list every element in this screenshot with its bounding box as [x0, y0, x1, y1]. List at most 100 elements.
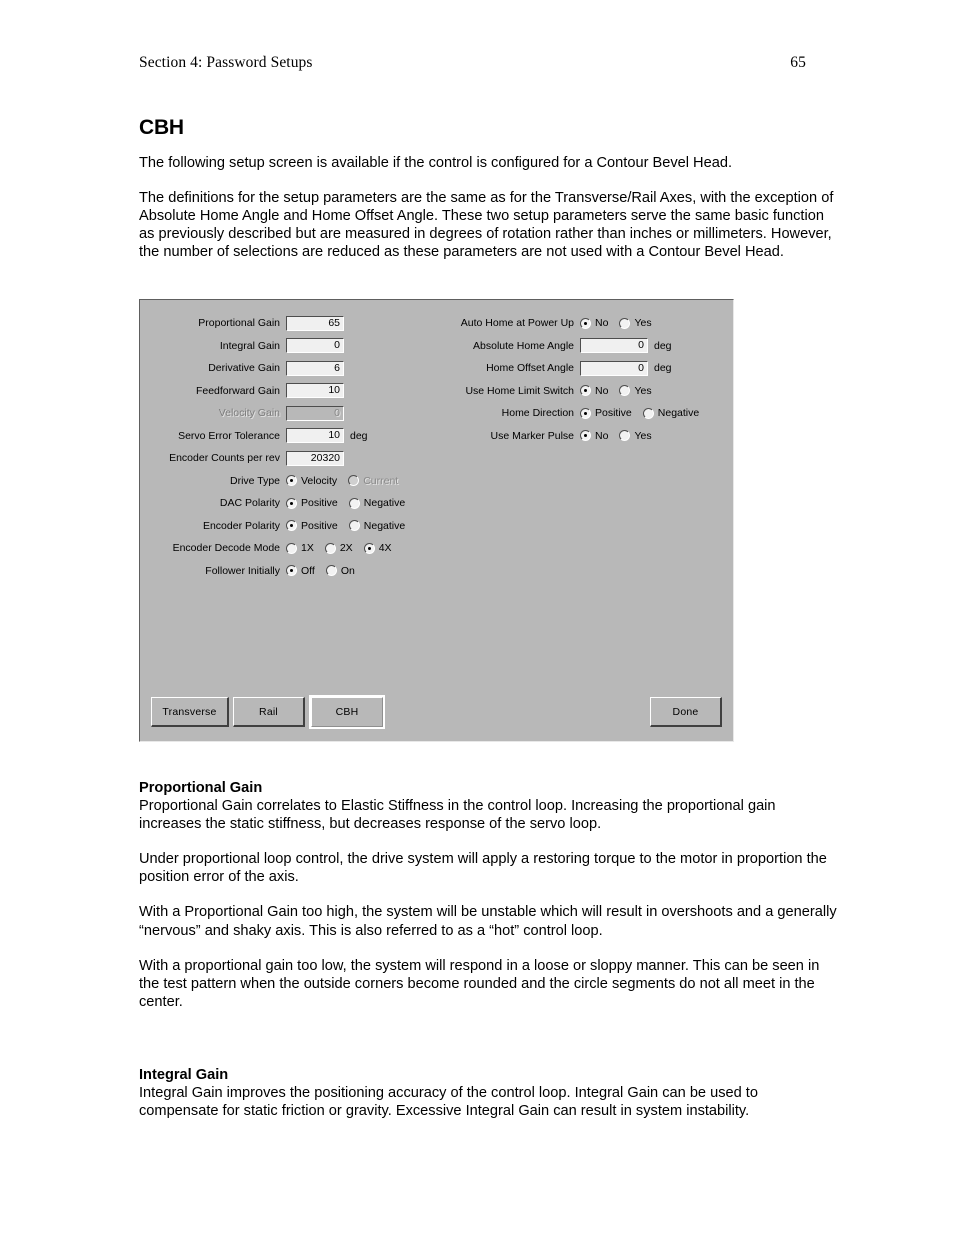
follower-initially-option-off-label: Off: [301, 564, 315, 577]
done-button[interactable]: Done: [650, 697, 722, 727]
radio-icon[interactable]: [642, 407, 654, 419]
radio-icon[interactable]: [619, 317, 631, 329]
encoder-counts-per-rev-input[interactable]: 20320: [286, 450, 344, 466]
field-row-use-home-limit-switch: Use Home Limit Switch No Yes: [456, 380, 733, 403]
proportional-gain-paragraph-3: With a Proportional Gain too high, the s…: [139, 904, 837, 939]
servo-error-tolerance-input[interactable]: 10: [286, 428, 344, 444]
use-marker-pulse-option-no[interactable]: No: [580, 430, 608, 442]
running-header: Section 4: Password Setups 65: [139, 54, 806, 72]
encoder-decode-mode-radio-group: 1X 2X 4X: [286, 542, 392, 554]
follower-initially-option-off[interactable]: Off: [286, 565, 315, 577]
transverse-tab-button[interactable]: Transverse: [151, 697, 229, 727]
feedforward-gain-input[interactable]: 10: [286, 383, 344, 399]
use-marker-pulse-label: Use Marker Pulse: [490, 429, 574, 442]
radio-icon[interactable]: [580, 385, 591, 397]
radio-icon[interactable]: [286, 565, 297, 577]
radio-icon[interactable]: [580, 430, 591, 442]
radio-icon[interactable]: [348, 520, 360, 532]
servo-error-tolerance-label: Servo Error Tolerance: [178, 429, 280, 442]
radio-icon[interactable]: [325, 565, 337, 577]
drive-type-option-current: Current: [348, 475, 398, 487]
use-home-limit-switch-option-yes[interactable]: Yes: [619, 384, 652, 397]
encoder-decode-mode-option-2x[interactable]: 2X: [324, 542, 353, 554]
follower-initially-option-on[interactable]: On: [325, 564, 355, 577]
radio-icon[interactable]: [580, 317, 591, 329]
radio-icon[interactable]: [619, 385, 631, 397]
auto-home-at-power-up-radio-group: No Yes: [580, 317, 652, 329]
encoder-decode-mode-option-4x-label: 4X: [378, 542, 392, 555]
dac-polarity-option-negative[interactable]: Negative: [348, 497, 406, 510]
page-title: CBH: [139, 116, 184, 139]
home-direction-option-negative[interactable]: Negative: [642, 407, 699, 419]
radio-icon[interactable]: [363, 542, 375, 554]
home-direction-option-positive-label: Positive: [595, 407, 632, 420]
field-row-encoder-decode-mode: Encoder Decode Mode 1X 2X 4X: [140, 537, 440, 560]
field-row-auto-home-at-power-up: Auto Home at Power Up No Yes: [456, 312, 733, 335]
home-offset-angle-label: Home Offset Angle: [486, 362, 574, 375]
radio-icon[interactable]: [324, 542, 336, 554]
use-marker-pulse-option-yes[interactable]: Yes: [619, 429, 652, 442]
field-row-encoder-polarity: Encoder Polarity Positive Negative: [140, 515, 440, 538]
home-direction-option-positive[interactable]: Positive: [580, 407, 632, 419]
encoder-polarity-radio-group: Positive Negative: [286, 520, 405, 532]
header-section-title: Section 4: Password Setups: [139, 54, 313, 71]
proportional-gain-input[interactable]: 65: [286, 315, 344, 331]
drive-type-label: Drive Type: [230, 474, 280, 487]
integral-gain-input[interactable]: 0: [286, 338, 344, 354]
field-row-proportional-gain: Proportional Gain 65: [140, 312, 440, 335]
follower-initially-label: Follower Initially: [205, 564, 280, 577]
follower-initially-radio-group: Off On: [286, 565, 355, 577]
radio-icon[interactable]: [286, 475, 297, 487]
intro-paragraph-1: The following setup screen is available …: [139, 155, 732, 171]
dialog-right-column: Auto Home at Power Up No Yes Absolute Ho…: [456, 312, 733, 447]
auto-home-at-power-up-option-yes-label: Yes: [634, 317, 652, 330]
field-row-velocity-gain: Velocity Gain 0: [140, 402, 440, 425]
dialog-button-bar: Transverse Rail CBH Done: [151, 695, 722, 729]
use-home-limit-switch-option-yes-label: Yes: [634, 384, 652, 397]
home-offset-angle-input[interactable]: 0: [580, 360, 648, 376]
document-body: CBH The following setup screen is availa…: [139, 116, 839, 278]
page-number: 65: [790, 54, 806, 71]
dac-polarity-option-positive[interactable]: Positive: [286, 497, 338, 509]
encoder-decode-mode-option-1x[interactable]: 1X: [286, 542, 314, 554]
field-row-follower-initially: Follower Initially Off On: [140, 560, 440, 583]
radio-icon[interactable]: [580, 407, 591, 419]
follower-initially-option-on-label: On: [340, 564, 355, 577]
cbh-tab-button[interactable]: CBH: [309, 695, 385, 729]
encoder-decode-mode-option-4x[interactable]: 4X: [363, 542, 392, 555]
proportional-gain-paragraph-1: Proportional Gain correlates to Elastic …: [139, 798, 776, 833]
proportional-gain-paragraph-4: With a proportional gain too low, the sy…: [139, 957, 820, 1010]
encoder-polarity-option-positive[interactable]: Positive: [286, 520, 338, 532]
rail-tab-button[interactable]: Rail: [233, 697, 305, 727]
use-home-limit-switch-option-no-label: No: [595, 384, 609, 397]
document-page: Section 4: Password Setups 65 CBH The fo…: [0, 0, 954, 1235]
auto-home-at-power-up-label: Auto Home at Power Up: [460, 317, 574, 330]
home-direction-label: Home Direction: [501, 407, 574, 420]
auto-home-at-power-up-option-no-label: No: [595, 317, 609, 330]
use-home-limit-switch-label: Use Home Limit Switch: [465, 384, 574, 397]
encoder-polarity-option-negative[interactable]: Negative: [348, 520, 405, 532]
auto-home-at-power-up-option-yes[interactable]: Yes: [619, 317, 652, 330]
auto-home-at-power-up-option-no[interactable]: No: [580, 317, 608, 329]
radio-icon[interactable]: [286, 520, 297, 532]
field-row-feedforward-gain: Feedforward Gain 10: [140, 380, 440, 403]
cbh-setup-dialog[interactable]: Proportional Gain 65 Integral Gain 0 Der…: [139, 299, 734, 742]
document-body-lower: Proportional Gain Proportional Gain corr…: [139, 779, 839, 1120]
drive-type-option-current-label: Current: [363, 474, 399, 487]
radio-icon[interactable]: [286, 497, 297, 509]
derivative-gain-input[interactable]: 6: [286, 360, 344, 376]
radio-icon[interactable]: [286, 542, 297, 554]
absolute-home-angle-input[interactable]: 0: [580, 338, 648, 354]
field-row-encoder-counts-per-rev: Encoder Counts per rev 20320: [140, 447, 440, 470]
use-marker-pulse-option-yes-label: Yes: [634, 429, 652, 442]
field-row-home-offset-angle: Home Offset Angle 0 deg: [456, 357, 733, 380]
dac-polarity-radio-group: Positive Negative: [286, 497, 405, 509]
absolute-home-angle-unit: deg: [654, 339, 672, 352]
dac-polarity-option-negative-label: Negative: [363, 497, 406, 510]
radio-icon[interactable]: [619, 430, 631, 442]
proportional-gain-paragraph-2: Under proportional loop control, the dri…: [139, 851, 827, 886]
radio-icon[interactable]: [348, 497, 360, 509]
use-home-limit-switch-option-no[interactable]: No: [580, 385, 608, 397]
field-row-dac-polarity: DAC Polarity Positive Negative: [140, 492, 440, 515]
drive-type-option-velocity[interactable]: Velocity: [286, 475, 337, 487]
